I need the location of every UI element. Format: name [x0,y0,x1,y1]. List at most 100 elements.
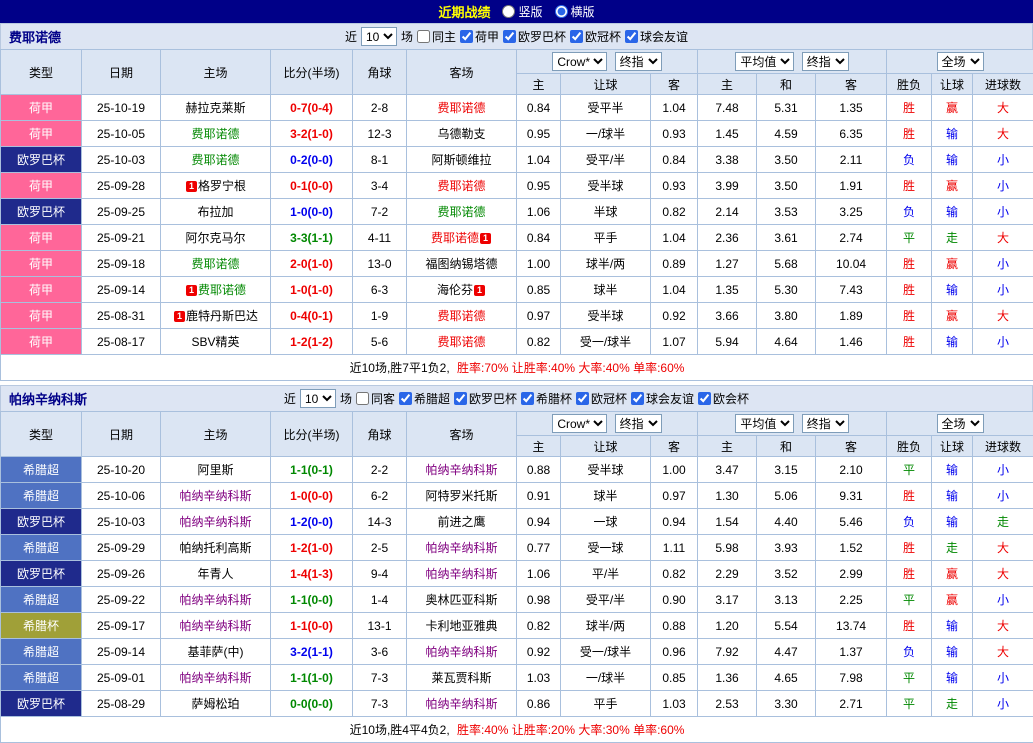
home-team-cell[interactable]: 阿尔克马尔 [161,225,271,251]
recent-count-select[interactable]: 10 [361,27,397,46]
corner-cell: 8-1 [353,147,407,173]
euro-avg-select[interactable]: 平均值 [735,52,794,71]
handicap-cell: 受半球 [561,303,651,329]
horizontal-layout-radio[interactable]: 横版 [555,3,595,20]
asian-away-odds: 0.89 [651,251,698,277]
match-row: 希腊超25-09-22帕纳辛纳科斯1-1(0-0)1-4奥林匹亚科斯0.98受平… [1,587,1033,613]
away-team-cell[interactable]: 费耶诺德 [407,303,517,329]
goals-result-cell: 大 [973,303,1033,329]
league-checkbox[interactable] [570,30,583,43]
league-checkbox[interactable] [399,392,412,405]
away-team-cell[interactable]: 奥林匹亚科斯 [407,587,517,613]
away-team-cell[interactable]: 福图纳锡塔德 [407,251,517,277]
home-team-cell[interactable]: 帕纳辛纳科斯 [161,613,271,639]
away-team-cell[interactable]: 帕纳辛纳科斯 [407,535,517,561]
home-team-cell[interactable]: 1格罗宁根 [161,173,271,199]
home-team-cell[interactable]: 基菲萨(中) [161,639,271,665]
league-filter-希腊杯[interactable]: 希腊杯 [521,390,572,407]
horizontal-layout-radio-input[interactable] [555,5,568,18]
league-checkbox[interactable] [631,392,644,405]
home-team-cell[interactable]: 帕纳辛纳科斯 [161,509,271,535]
home-team-cell[interactable]: 1鹿特丹斯巴达 [161,303,271,329]
corner-cell: 7-3 [353,665,407,691]
euro-draw-odds: 3.30 [757,691,816,717]
away-team-cell[interactable]: 卡利地亚雅典 [407,613,517,639]
score-cell: 0-4(0-1) [271,303,353,329]
home-team-cell[interactable]: 帕纳辛纳科斯 [161,665,271,691]
league-checkbox[interactable] [625,30,638,43]
euro-home-odds: 1.54 [698,509,757,535]
away-team-cell[interactable]: 费耶诺德 [407,199,517,225]
away-team-cell[interactable]: 帕纳辛纳科斯 [407,561,517,587]
league-checkbox[interactable] [521,392,534,405]
home-team-cell[interactable]: 费耶诺德 [161,121,271,147]
away-team-cell[interactable]: 海伦芬1 [407,277,517,303]
asian-odds-type-select[interactable]: 终指 [615,52,662,71]
away-team-cell[interactable]: 莱瓦贾科斯 [407,665,517,691]
away-team-cell[interactable]: 费耶诺德 [407,329,517,355]
home-team-cell[interactable]: 萨姆松珀 [161,691,271,717]
scope-select[interactable]: 全场 [937,414,984,433]
league-checkbox[interactable] [454,392,467,405]
home-team-cell[interactable]: 帕纳辛纳科斯 [161,483,271,509]
league-filter-欧会杯[interactable]: 欧会杯 [698,390,749,407]
summary-cell: 近10场,胜4平4负2, 胜率:40% 让胜率:20% 大率:30% 单率:60… [1,717,1033,743]
league-filter-欧罗巴杯[interactable]: 欧罗巴杯 [503,28,566,45]
away-team-cell[interactable]: 帕纳辛纳科斯 [407,639,517,665]
away-team-cell[interactable]: 费耶诺德 [407,95,517,121]
same-venue-filter[interactable]: 同主 [417,28,456,45]
league-filter-球会友谊[interactable]: 球会友谊 [625,28,688,45]
league-checkbox[interactable] [460,30,473,43]
vertical-layout-radio[interactable]: 竖版 [502,3,542,20]
home-team-cell[interactable]: 年青人 [161,561,271,587]
euro-odds-type-select[interactable]: 终指 [802,414,849,433]
away-team-cell[interactable]: 帕纳辛纳科斯 [407,457,517,483]
home-team-cell[interactable]: 阿里斯 [161,457,271,483]
home-team-cell[interactable]: 布拉加 [161,199,271,225]
away-team-cell[interactable]: 乌德勒支 [407,121,517,147]
away-team-cell[interactable]: 帕纳辛纳科斯 [407,691,517,717]
col-corner: 角球 [353,50,407,95]
home-team-cell[interactable]: 费耶诺德 [161,147,271,173]
away-team-cell[interactable]: 阿特罗米托斯 [407,483,517,509]
league-filter-欧罗巴杯[interactable]: 欧罗巴杯 [454,390,517,407]
home-team-cell[interactable]: 赫拉克莱斯 [161,95,271,121]
team-section-panathinaikos: 帕纳辛纳科斯 近 10 场 同客 希腊超欧罗巴杯希腊杯欧冠杯球会友谊欧会杯 类型… [0,385,1033,743]
bookmaker-select[interactable]: Crow* [552,414,607,433]
asian-odds-header: Crow* 终指 [517,50,698,74]
home-team-cell[interactable]: 帕纳辛纳科斯 [161,587,271,613]
home-team-cell[interactable]: 1费耶诺德 [161,277,271,303]
recent-count-select[interactable]: 10 [300,389,336,408]
euro-home-odds: 5.98 [698,535,757,561]
league-checkbox[interactable] [698,392,711,405]
euro-avg-select[interactable]: 平均值 [735,414,794,433]
league-filter-欧冠杯[interactable]: 欧冠杯 [570,28,621,45]
vertical-layout-radio-input[interactable] [502,5,515,18]
asian-away-odds: 0.82 [651,561,698,587]
league-checkbox[interactable] [503,30,516,43]
away-team-cell[interactable]: 阿斯顿维拉 [407,147,517,173]
same-venue-filter[interactable]: 同客 [356,390,395,407]
away-team-cell[interactable]: 前进之鹰 [407,509,517,535]
home-team-cell[interactable]: SBV精英 [161,329,271,355]
home-team-cell[interactable]: 费耶诺德 [161,251,271,277]
result-cell: 胜 [887,483,932,509]
handicap-result-cell: 赢 [932,561,973,587]
league-filter-希腊超[interactable]: 希腊超 [399,390,450,407]
scope-select[interactable]: 全场 [937,52,984,71]
asian-odds-type-select[interactable]: 终指 [615,414,662,433]
team-section-feyenoord: 费耶诺德 近 10 场 同主 荷甲欧罗巴杯欧冠杯球会友谊 类型 日期 主场 比分… [0,23,1033,381]
bookmaker-select[interactable]: Crow* [552,52,607,71]
euro-odds-type-select[interactable]: 终指 [802,52,849,71]
same-venue-checkbox[interactable] [417,30,430,43]
league-filter-球会友谊[interactable]: 球会友谊 [631,390,694,407]
league-filter-荷甲[interactable]: 荷甲 [460,28,499,45]
handicap-cell: 球半/两 [561,613,651,639]
league-checkbox[interactable] [576,392,589,405]
home-team-cell[interactable]: 帕纳托利高斯 [161,535,271,561]
same-venue-checkbox[interactable] [356,392,369,405]
league-filter-欧冠杯[interactable]: 欧冠杯 [576,390,627,407]
away-team-cell[interactable]: 费耶诺德 [407,173,517,199]
goals-result-cell: 小 [973,691,1033,717]
away-team-cell[interactable]: 费耶诺德1 [407,225,517,251]
